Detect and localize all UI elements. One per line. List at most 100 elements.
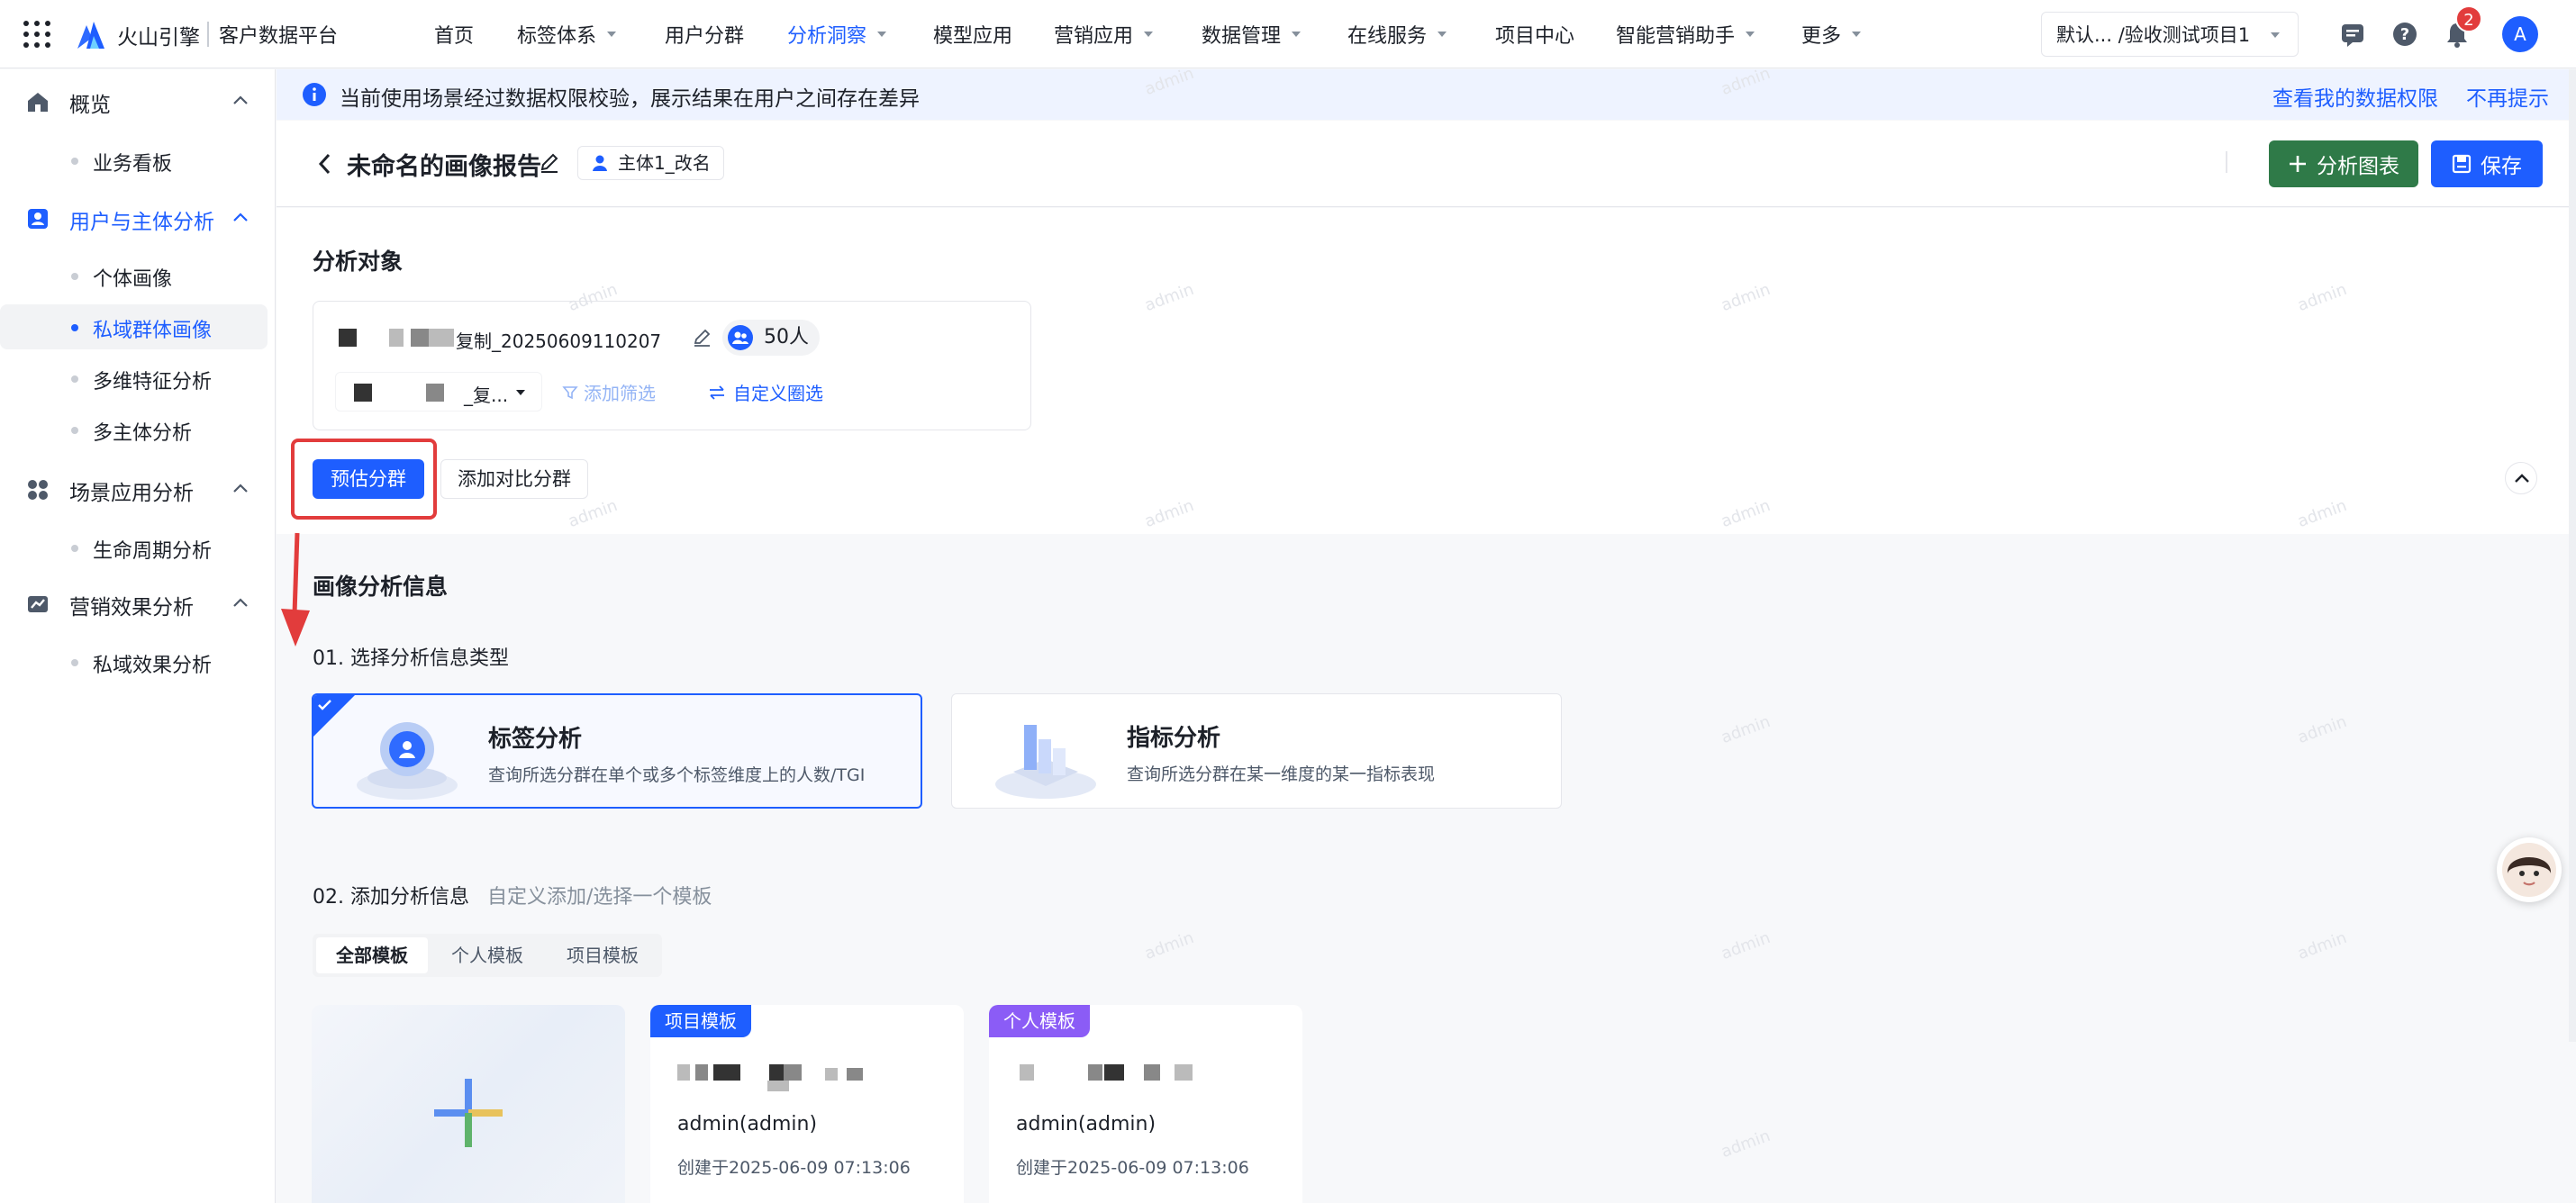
estimate-segment-button[interactable]: 预估分群 — [313, 459, 424, 499]
tab-personal-templates[interactable]: 个人模板 — [431, 937, 543, 973]
redacted-block — [411, 329, 429, 347]
nav-online-services[interactable]: 在线服务 — [1347, 20, 1448, 49]
redacted-block — [847, 1068, 863, 1081]
sidebar-item-label: 私域群体画像 — [93, 320, 213, 342]
add-filter-label: 添加筛选 — [584, 383, 656, 404]
template-card[interactable]: 个人模板 admin(admin) 创建于2025-06-09 07:13:06 — [989, 1005, 1302, 1203]
sidebar-section-overview[interactable]: 概览 — [0, 78, 276, 123]
report-header: 未命名的画像报告 主体1_改名 分析图表 保存 — [277, 121, 2576, 207]
watermark: admin — [1719, 1126, 1773, 1162]
brand-divider — [207, 22, 209, 47]
chevron-down-icon — [516, 390, 525, 395]
nav-home[interactable]: 首页 — [434, 20, 474, 49]
info-icon — [303, 83, 326, 106]
type-card-desc: 查询所选分群在某一维度的某一指标表现 — [1127, 764, 1436, 784]
bullet-icon — [71, 324, 78, 331]
sidebar-section-scenario-analysis[interactable]: 场景应用分析 — [0, 466, 276, 511]
dismiss-banner-link[interactable]: 不再提示 — [2466, 81, 2549, 112]
nav-model-apps[interactable]: 模型应用 — [933, 20, 1012, 49]
custom-select-button[interactable]: 自定义圈选 — [708, 379, 823, 405]
analysis-object-heading: 分析对象 — [313, 249, 404, 275]
sidebar-section-marketing-effect[interactable]: 营销效果分析 — [0, 581, 276, 626]
segment-selector-text: _复... — [464, 384, 509, 406]
tab-all-templates[interactable]: 全部模板 — [316, 937, 428, 973]
type-card-title: 标签分析 — [488, 726, 583, 753]
chevron-up-icon — [2515, 474, 2529, 483]
plus-colored-icon — [434, 1079, 503, 1147]
apps-icon — [28, 480, 48, 500]
home-icon — [28, 93, 48, 112]
collapse-section-button[interactable] — [2505, 462, 2537, 494]
filter-icon — [562, 385, 578, 399]
app-grid-icon[interactable] — [22, 19, 52, 50]
redacted-block — [426, 384, 444, 402]
nav-user-segments[interactable]: 用户分群 — [665, 20, 744, 49]
sidebar-item-multi-dimension-analysis[interactable]: 多维特征分析 — [0, 356, 268, 401]
help-icon[interactable]: ? — [2390, 20, 2419, 49]
assistant-avatar-icon[interactable] — [2497, 837, 2562, 902]
watermark: admin — [1719, 711, 1773, 748]
type-card-desc: 查询所选分群在单个或多个标签维度上的人数/TGI — [488, 765, 866, 785]
watermark: admin — [1142, 927, 1197, 964]
add-custom-template-card[interactable] — [312, 1005, 625, 1203]
chevron-down-icon — [1144, 32, 1154, 37]
segment-selector[interactable]: _复... — [335, 372, 542, 412]
product-name: 客户数据平台 — [219, 25, 339, 48]
nav-more[interactable]: 更多 — [1801, 20, 1863, 49]
segment-card: 复制_20250609110207 50人 _复... 添加筛选 自定义圈选 — [313, 301, 1031, 430]
template-created-time: 创建于2025-06-09 07:13:06 — [1016, 1158, 1249, 1178]
sidebar-section-label: 概览 — [69, 94, 111, 117]
watermark: admin — [2295, 711, 2350, 748]
segment-count-badge: 50人 — [722, 320, 820, 356]
analysis-object-section: 分析对象 复制_20250609110207 50人 _复... 添加筛选 自定… — [277, 208, 2576, 534]
sidebar-item-business-dashboard[interactable]: 业务看板 — [0, 138, 268, 183]
message-icon[interactable] — [2338, 20, 2367, 49]
scrollbar[interactable] — [2569, 69, 2576, 1042]
chevron-down-icon — [1438, 32, 1447, 37]
banner-text: 当前使用场景经过数据权限校验，展示结果在用户之间存在差异 — [340, 87, 920, 111]
swap-icon — [710, 384, 724, 400]
subject-tag[interactable]: 主体1_改名 — [577, 146, 724, 180]
chevron-down-icon — [1852, 32, 1862, 37]
type-card-tag-analysis[interactable]: 标签分析 查询所选分群在单个或多个标签维度上的人数/TGI — [312, 693, 922, 809]
chevron-down-icon — [877, 32, 887, 37]
redacted-block — [1020, 1064, 1034, 1081]
analyze-chart-button[interactable]: 分析图表 — [2269, 140, 2418, 187]
edit-pencil-icon[interactable] — [538, 151, 561, 175]
add-compare-segment-button[interactable]: 添加对比分群 — [440, 459, 588, 499]
redacted-block — [767, 1081, 789, 1091]
sidebar-item-individual-portrait[interactable]: 个体画像 — [0, 253, 268, 298]
chevron-down-icon — [607, 32, 617, 37]
save-button[interactable]: 保存 — [2431, 140, 2543, 187]
add-filter-button[interactable]: 添加筛选 — [562, 379, 656, 405]
nav-project-center[interactable]: 项目中心 — [1495, 20, 1574, 49]
chevron-up-icon — [233, 213, 248, 222]
segment-count: 50人 — [764, 326, 809, 348]
template-owner: admin(admin) — [1016, 1113, 1156, 1135]
bullet-icon — [71, 375, 78, 383]
nav-smart-marketing-assistant[interactable]: 智能营销助手 — [1616, 20, 1756, 49]
user-avatar[interactable]: A — [2502, 16, 2538, 52]
tab-project-templates[interactable]: 项目模板 — [547, 937, 658, 973]
report-title: 未命名的画像报告 — [347, 153, 541, 181]
notification-badge: 2 — [2455, 5, 2482, 32]
edit-pencil-icon[interactable] — [692, 327, 713, 348]
view-permissions-link[interactable]: 查看我的数据权限 — [2272, 81, 2438, 112]
nav-analysis-insights[interactable]: 分析洞察 — [787, 20, 888, 49]
back-arrow-icon[interactable] — [316, 151, 332, 176]
nav-marketing-apps[interactable]: 营销应用 — [1054, 20, 1155, 49]
sidebar-item-multi-subject-analysis[interactable]: 多主体分析 — [0, 407, 268, 452]
type-card-metric-analysis[interactable]: 指标分析 查询所选分群在某一维度的某一指标表现 — [951, 693, 1562, 809]
template-card[interactable]: 项目模板 admin(admin) 创建于2025-06-09 07:13:06 — [650, 1005, 964, 1203]
sidebar-item-private-group-portrait[interactable]: 私域群体画像 — [0, 304, 268, 349]
sidebar-section-label: 场景应用分析 — [69, 482, 194, 505]
nav-data-management[interactable]: 数据管理 — [1202, 20, 1302, 49]
nav-tag-system[interactable]: 标签体系 — [517, 20, 618, 49]
redacted-block — [713, 1064, 740, 1081]
sidebar-section-user-subject-analysis[interactable]: 用户与主体分析 — [0, 195, 276, 240]
user-card-icon — [28, 209, 48, 229]
sidebar-item-label: 多主体分析 — [93, 422, 193, 445]
project-selector[interactable]: 默认... /验收测试项目1 — [2041, 12, 2299, 57]
sidebar-item-lifecycle-analysis[interactable]: 生命周期分析 — [0, 525, 268, 570]
sidebar-item-private-effect-analysis[interactable]: 私域效果分析 — [0, 639, 268, 684]
